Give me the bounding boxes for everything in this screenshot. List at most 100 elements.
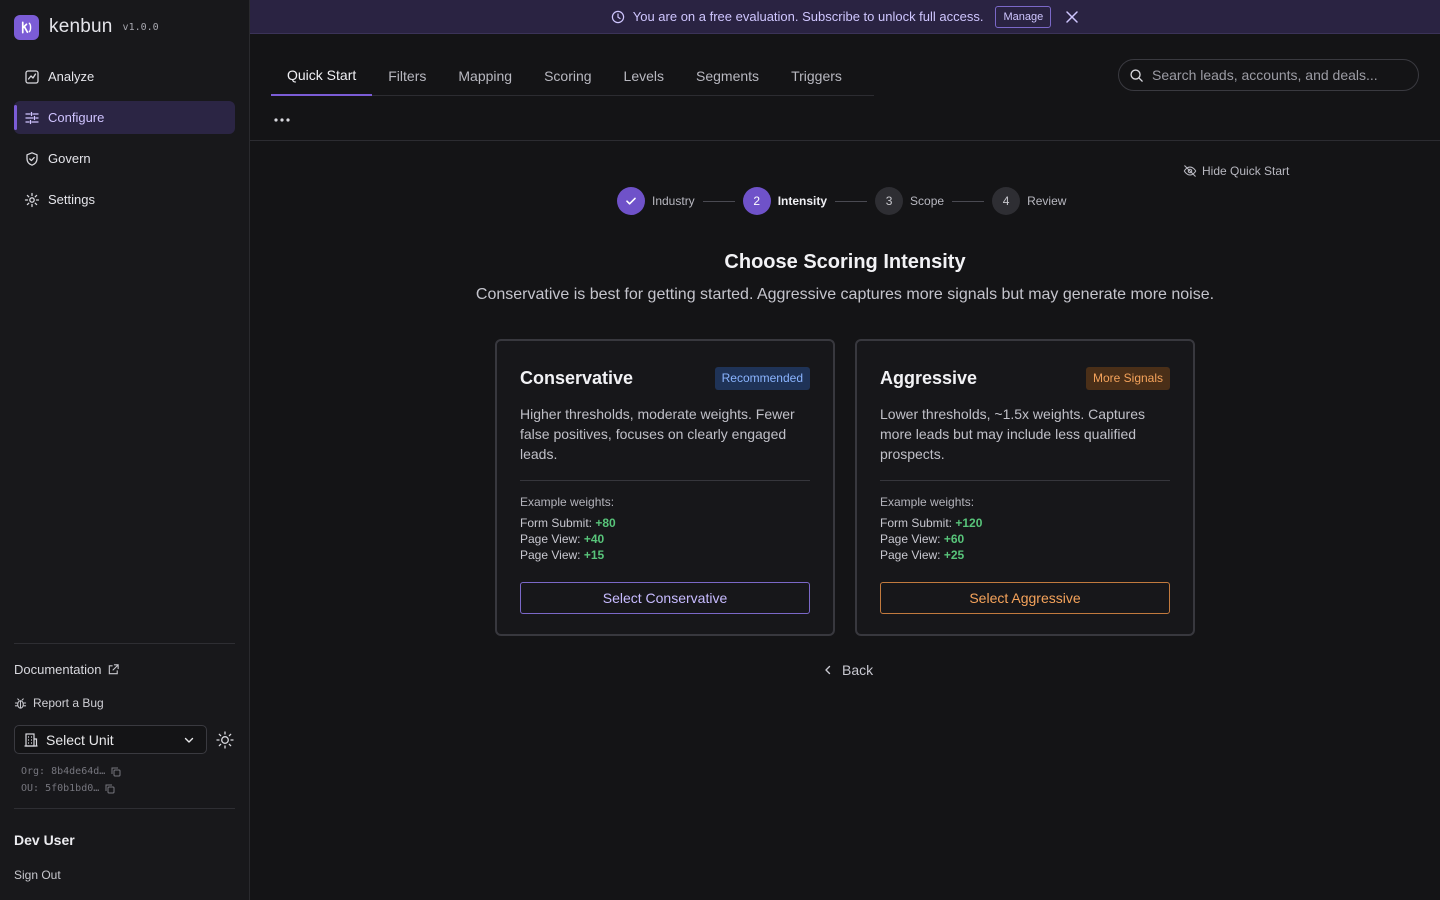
org-id-row: Org: 8b4de64d…: [21, 763, 235, 780]
weight-row: Page View: +15: [520, 547, 810, 563]
page-title: Choose Scoring Intensity: [724, 251, 966, 273]
weight-label: Form Submit:: [880, 516, 953, 530]
hide-quick-start-button[interactable]: Hide Quick Start: [1183, 164, 1289, 178]
weight-value: +80: [595, 516, 616, 530]
sidebar-nav: Analyze Configure Govern Settings: [14, 60, 235, 224]
clock-icon: [611, 10, 624, 23]
weight-row: Form Submit: +120: [880, 515, 1170, 531]
brand-name: kenbun: [49, 16, 113, 37]
card-description: Lower thresholds, ~1.5x weights. Capture…: [880, 406, 1145, 462]
back-button[interactable]: Back: [822, 662, 873, 678]
sidebar-item-label: Govern: [48, 151, 91, 166]
eye-off-icon: [1183, 165, 1197, 177]
brand[interactable]: kenbun v1.0.0: [14, 14, 159, 40]
ou-id-row: OU: 5f0b1bd0…: [21, 780, 235, 797]
more-options-icon[interactable]: [272, 112, 292, 128]
weight-label: Page View:: [880, 532, 941, 546]
ou-id: OU: 5f0b1bd0…: [21, 783, 100, 794]
weights-label: Example weights:: [880, 495, 975, 509]
tab-filters[interactable]: Filters: [372, 60, 442, 96]
bug-icon: [14, 697, 27, 709]
gear-icon: [24, 192, 40, 207]
weight-label: Page View:: [520, 532, 581, 546]
weight-value: +15: [583, 548, 605, 562]
tab-scoring[interactable]: Scoring: [528, 60, 607, 96]
chevron-left-icon: [825, 665, 831, 675]
card-description: Higher thresholds, moderate weights. Few…: [520, 406, 795, 462]
sun-icon: [216, 730, 234, 749]
sidebar-item-analyze[interactable]: Analyze: [14, 60, 235, 93]
weight-value: +25: [943, 548, 965, 562]
close-icon[interactable]: [1065, 10, 1079, 24]
weight-value: +40: [583, 532, 605, 546]
step-connector: [835, 200, 868, 202]
step-circle: 3: [875, 187, 904, 215]
weight-value: +60: [943, 532, 965, 546]
documentation-label: Documentation: [14, 661, 102, 677]
weight-label: Form Submit:: [520, 516, 593, 530]
recommended-badge: Recommended: [714, 366, 810, 390]
theme-toggle-button[interactable]: [215, 730, 235, 750]
tab-quick-start[interactable]: Quick Start: [271, 60, 373, 96]
sidebar-item-configure[interactable]: Configure: [14, 101, 235, 134]
select-aggressive-button[interactable]: Select Aggressive: [880, 582, 1170, 614]
step-connector: [702, 200, 735, 202]
sidebar-footer: Documentation Report a Bug Select Unit O…: [14, 643, 235, 797]
sliders-icon: [25, 111, 39, 124]
id-info: Org: 8b4de64d… OU: 5f0b1bd0…: [14, 763, 235, 797]
shield-icon: [26, 151, 38, 166]
banner-text: You are on a free evaluation. Subscribe …: [632, 9, 984, 24]
step-label: Review: [1027, 194, 1067, 208]
sidebar-item-settings[interactable]: Settings: [14, 183, 235, 216]
more-signals-badge: More Signals: [1085, 366, 1170, 390]
weight-row: Page View: +25: [880, 547, 1170, 563]
unit-select[interactable]: Select Unit: [14, 725, 207, 754]
search-input[interactable]: [1152, 67, 1402, 83]
step-circle: 4: [992, 187, 1021, 215]
aggressive-card[interactable]: Aggressive More Signals Lower thresholds…: [855, 339, 1195, 636]
sidebar-item-label: Configure: [48, 110, 105, 125]
weight-row: Page View: +40: [520, 531, 810, 547]
step-intensity[interactable]: 2 Intensity: [742, 187, 827, 215]
manage-button[interactable]: Manage: [995, 5, 1052, 28]
card-divider: [520, 480, 810, 481]
back-label: Back: [842, 662, 874, 678]
card-header: Aggressive More Signals: [880, 366, 1170, 390]
unit-select-label: Select Unit: [46, 731, 114, 748]
tab-segments[interactable]: Segments: [680, 60, 775, 96]
weight-value: +120: [955, 516, 983, 530]
weights-list: Form Submit: +80 Page View: +40 Page Vie…: [520, 515, 810, 563]
weights-list: Form Submit: +120 Page View: +60 Page Vi…: [880, 515, 1170, 563]
user-block: Dev User Sign Out: [14, 808, 235, 882]
tab-levels[interactable]: Levels: [608, 60, 680, 96]
tab-mapping[interactable]: Mapping: [442, 60, 528, 96]
conservative-card[interactable]: Conservative Recommended Higher threshol…: [495, 339, 835, 636]
sidebar-divider: [14, 643, 235, 644]
sign-out-link[interactable]: Sign Out: [14, 868, 235, 882]
copy-icon[interactable]: [105, 784, 115, 794]
step-circle: [617, 187, 645, 215]
search-icon: [1130, 68, 1143, 82]
weight-row: Page View: +60: [880, 531, 1170, 547]
evaluation-banner: You are on a free evaluation. Subscribe …: [250, 0, 1440, 34]
select-conservative-button[interactable]: Select Conservative: [520, 582, 810, 614]
step-scope[interactable]: 3 Scope: [875, 187, 944, 215]
brand-version: v1.0.0: [122, 21, 159, 33]
card-title: Aggressive: [880, 367, 978, 388]
weight-label: Page View:: [880, 548, 941, 562]
documentation-link[interactable]: Documentation: [14, 661, 235, 677]
sidebar-divider: [14, 808, 235, 809]
global-search: [1118, 59, 1419, 91]
copy-icon[interactable]: [111, 767, 121, 777]
sidebar-item-govern[interactable]: Govern: [14, 142, 235, 175]
card-title: Conservative: [520, 367, 634, 388]
step-industry[interactable]: Industry: [617, 187, 695, 215]
card-divider: [880, 480, 1170, 481]
step-review[interactable]: 4 Review: [992, 187, 1066, 215]
sidebar-item-label: Settings: [48, 192, 95, 207]
tab-triggers[interactable]: Triggers: [775, 60, 858, 96]
report-bug-link[interactable]: Report a Bug: [14, 695, 235, 711]
user-name: Dev User: [14, 832, 75, 848]
org-id: Org: 8b4de64d…: [21, 766, 106, 777]
step-label: Scope: [910, 194, 945, 208]
